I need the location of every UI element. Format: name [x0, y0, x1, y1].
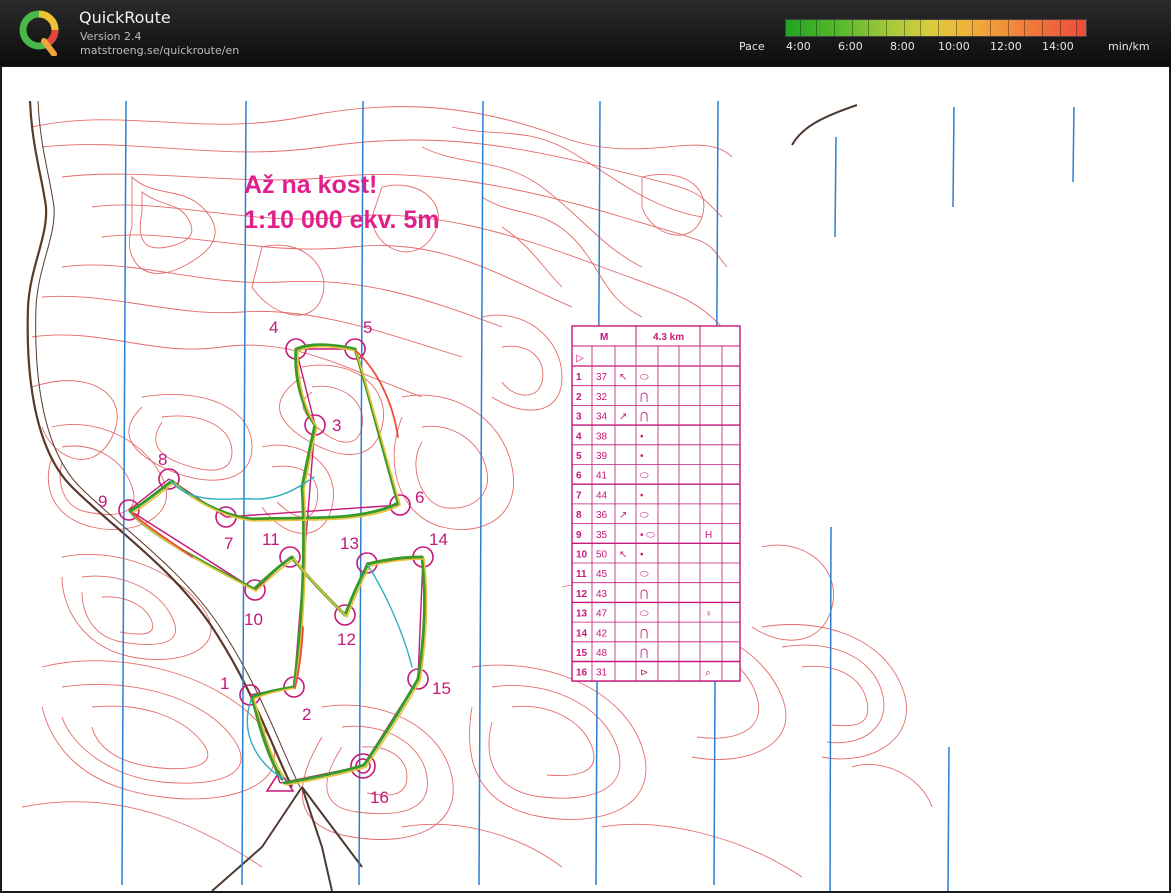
pace-tick-label: 4:00 [786, 40, 811, 53]
sheet-control-number: 6 [576, 471, 582, 482]
sheet-feature-symbol: • [640, 550, 644, 561]
sheet-feature-symbol: ⋂ [640, 628, 648, 639]
control-number: 10 [244, 610, 263, 629]
sheet-direction-icon: ↗ [619, 412, 627, 423]
sheet-feature-symbol: ⬭ [640, 609, 649, 620]
course-legs [128, 348, 424, 784]
sheet-class: M [600, 332, 608, 343]
sheet-control-number: 3 [576, 412, 582, 423]
sheet-feature-symbol: ⬭ [640, 372, 649, 383]
sheet-control-number: 10 [576, 550, 588, 561]
sheet-control-number: 9 [576, 530, 582, 541]
sheet-control-code: 37 [596, 372, 608, 383]
sheet-control-code: 47 [596, 609, 608, 620]
app-url[interactable]: matstroeng.se/quickroute/en [80, 44, 239, 57]
app-title: QuickRoute [79, 8, 171, 27]
sheet-extra-symbol: H [705, 530, 712, 541]
sheet-control-number: 13 [576, 609, 588, 620]
control-number: 13 [340, 534, 359, 553]
pace-tick-label: 8:00 [890, 40, 915, 53]
control-circles [118, 338, 434, 779]
sheet-control-number: 7 [576, 490, 582, 501]
sheet-feature-symbol: ⋂ [640, 648, 648, 659]
sheet-feature-symbol: ⬭ [640, 510, 649, 521]
sheet-control-number: 11 [576, 569, 587, 580]
control-description-sheet: M 4.3 km ▷ 1 37 ↖ ⬭2 32 ⋂3 34 ↗ ⋂4 38 •5 39 •6 41 ⬭7 44… [571, 325, 741, 682]
sheet-control-number: 14 [576, 628, 588, 639]
pace-unit: min/km [1108, 40, 1150, 53]
sheet-control-number: 8 [576, 510, 582, 521]
control-number: 3 [332, 416, 341, 435]
quickroute-logo-icon [19, 10, 59, 56]
control-number: 5 [363, 318, 372, 337]
sheet-direction-icon: ↖ [619, 372, 627, 383]
sheet-control-code: 44 [596, 490, 608, 501]
sheet-control-code: 45 [596, 569, 608, 580]
sheet-control-code: 42 [596, 628, 608, 639]
control-number: 11 [262, 530, 280, 549]
sheet-control-code: 50 [596, 550, 608, 561]
control-number: 8 [158, 450, 167, 469]
sheet-feature-symbol: • [640, 431, 644, 442]
sheet-control-number: 5 [576, 451, 582, 462]
start-symbol-icon: ▷ [576, 353, 584, 364]
sheet-extra-symbol: ⌕ [705, 668, 711, 679]
sheet-feature-symbol: ⊳ [640, 668, 648, 679]
sheet-control-number: 15 [576, 648, 588, 659]
control-number: 16 [370, 788, 389, 807]
control-number: 7 [224, 534, 233, 553]
sheet-feature-symbol: ⬭ [640, 471, 649, 482]
sheet-feature-symbol: • ⬭ [640, 530, 655, 541]
sheet-feature-symbol: ⋂ [640, 412, 648, 423]
sheet-distance: 4.3 km [653, 332, 684, 343]
control-number: 12 [337, 630, 356, 649]
sheet-feature-symbol: • [640, 490, 644, 501]
sheet-control-code: 38 [596, 431, 608, 442]
sheet-control-code: 39 [596, 451, 608, 462]
pace-tick-label: 10:00 [938, 40, 970, 53]
pace-tick-label: 6:00 [838, 40, 863, 53]
pace-color-scale [785, 19, 1087, 37]
sheet-control-code: 34 [596, 412, 608, 423]
sheet-control-code: 32 [596, 392, 608, 403]
sheet-control-number: 12 [576, 589, 588, 600]
control-number: 1 [220, 674, 229, 693]
control-number: 2 [302, 705, 311, 724]
sheet-control-number: 16 [576, 668, 588, 679]
pace-tick-label: 12:00 [990, 40, 1022, 53]
pace-tick-label: 14:00 [1042, 40, 1074, 53]
sheet-direction-icon: ↖ [619, 550, 627, 561]
app-version: Version 2.4 [80, 30, 142, 43]
sheet-feature-symbol: • [640, 451, 644, 462]
sheet-control-number: 2 [576, 392, 582, 403]
orienteering-map[interactable]: Až na kost! 1:10 000 ekv. 5m 1 2 3 4 5 6… [2, 67, 1169, 891]
gps-route [128, 343, 428, 786]
sheet-control-number: 1 [576, 372, 582, 383]
sheet-extra-symbol: ♀ [705, 609, 713, 620]
map-canvas[interactable]: Až na kost! 1:10 000 ekv. 5m 1 2 3 4 5 6… [2, 67, 1169, 891]
sheet-control-code: 41 [596, 471, 608, 482]
control-number: 14 [429, 530, 448, 549]
sheet-feature-symbol: ⋂ [640, 589, 648, 600]
sheet-feature-symbol: ⋂ [640, 392, 648, 403]
sheet-control-code: 35 [596, 530, 608, 541]
sheet-feature-symbol: ⬭ [640, 569, 649, 580]
sheet-control-code: 48 [596, 648, 608, 659]
sheet-control-code: 43 [596, 589, 608, 600]
control-number: 4 [269, 318, 278, 337]
app-header: QuickRoute Version 2.4 matstroeng.se/qui… [0, 0, 1171, 66]
sheet-control-code: 36 [596, 510, 608, 521]
map-scale-text: 1:10 000 ekv. 5m [244, 206, 440, 234]
control-number: 15 [432, 679, 451, 698]
control-number: 9 [98, 492, 107, 511]
control-number: 6 [415, 488, 424, 507]
sheet-control-number: 4 [576, 431, 582, 442]
sheet-control-code: 31 [596, 668, 608, 679]
sheet-direction-icon: ↗ [619, 510, 627, 521]
map-title: Až na kost! [244, 171, 377, 199]
pace-label: Pace [739, 40, 765, 53]
